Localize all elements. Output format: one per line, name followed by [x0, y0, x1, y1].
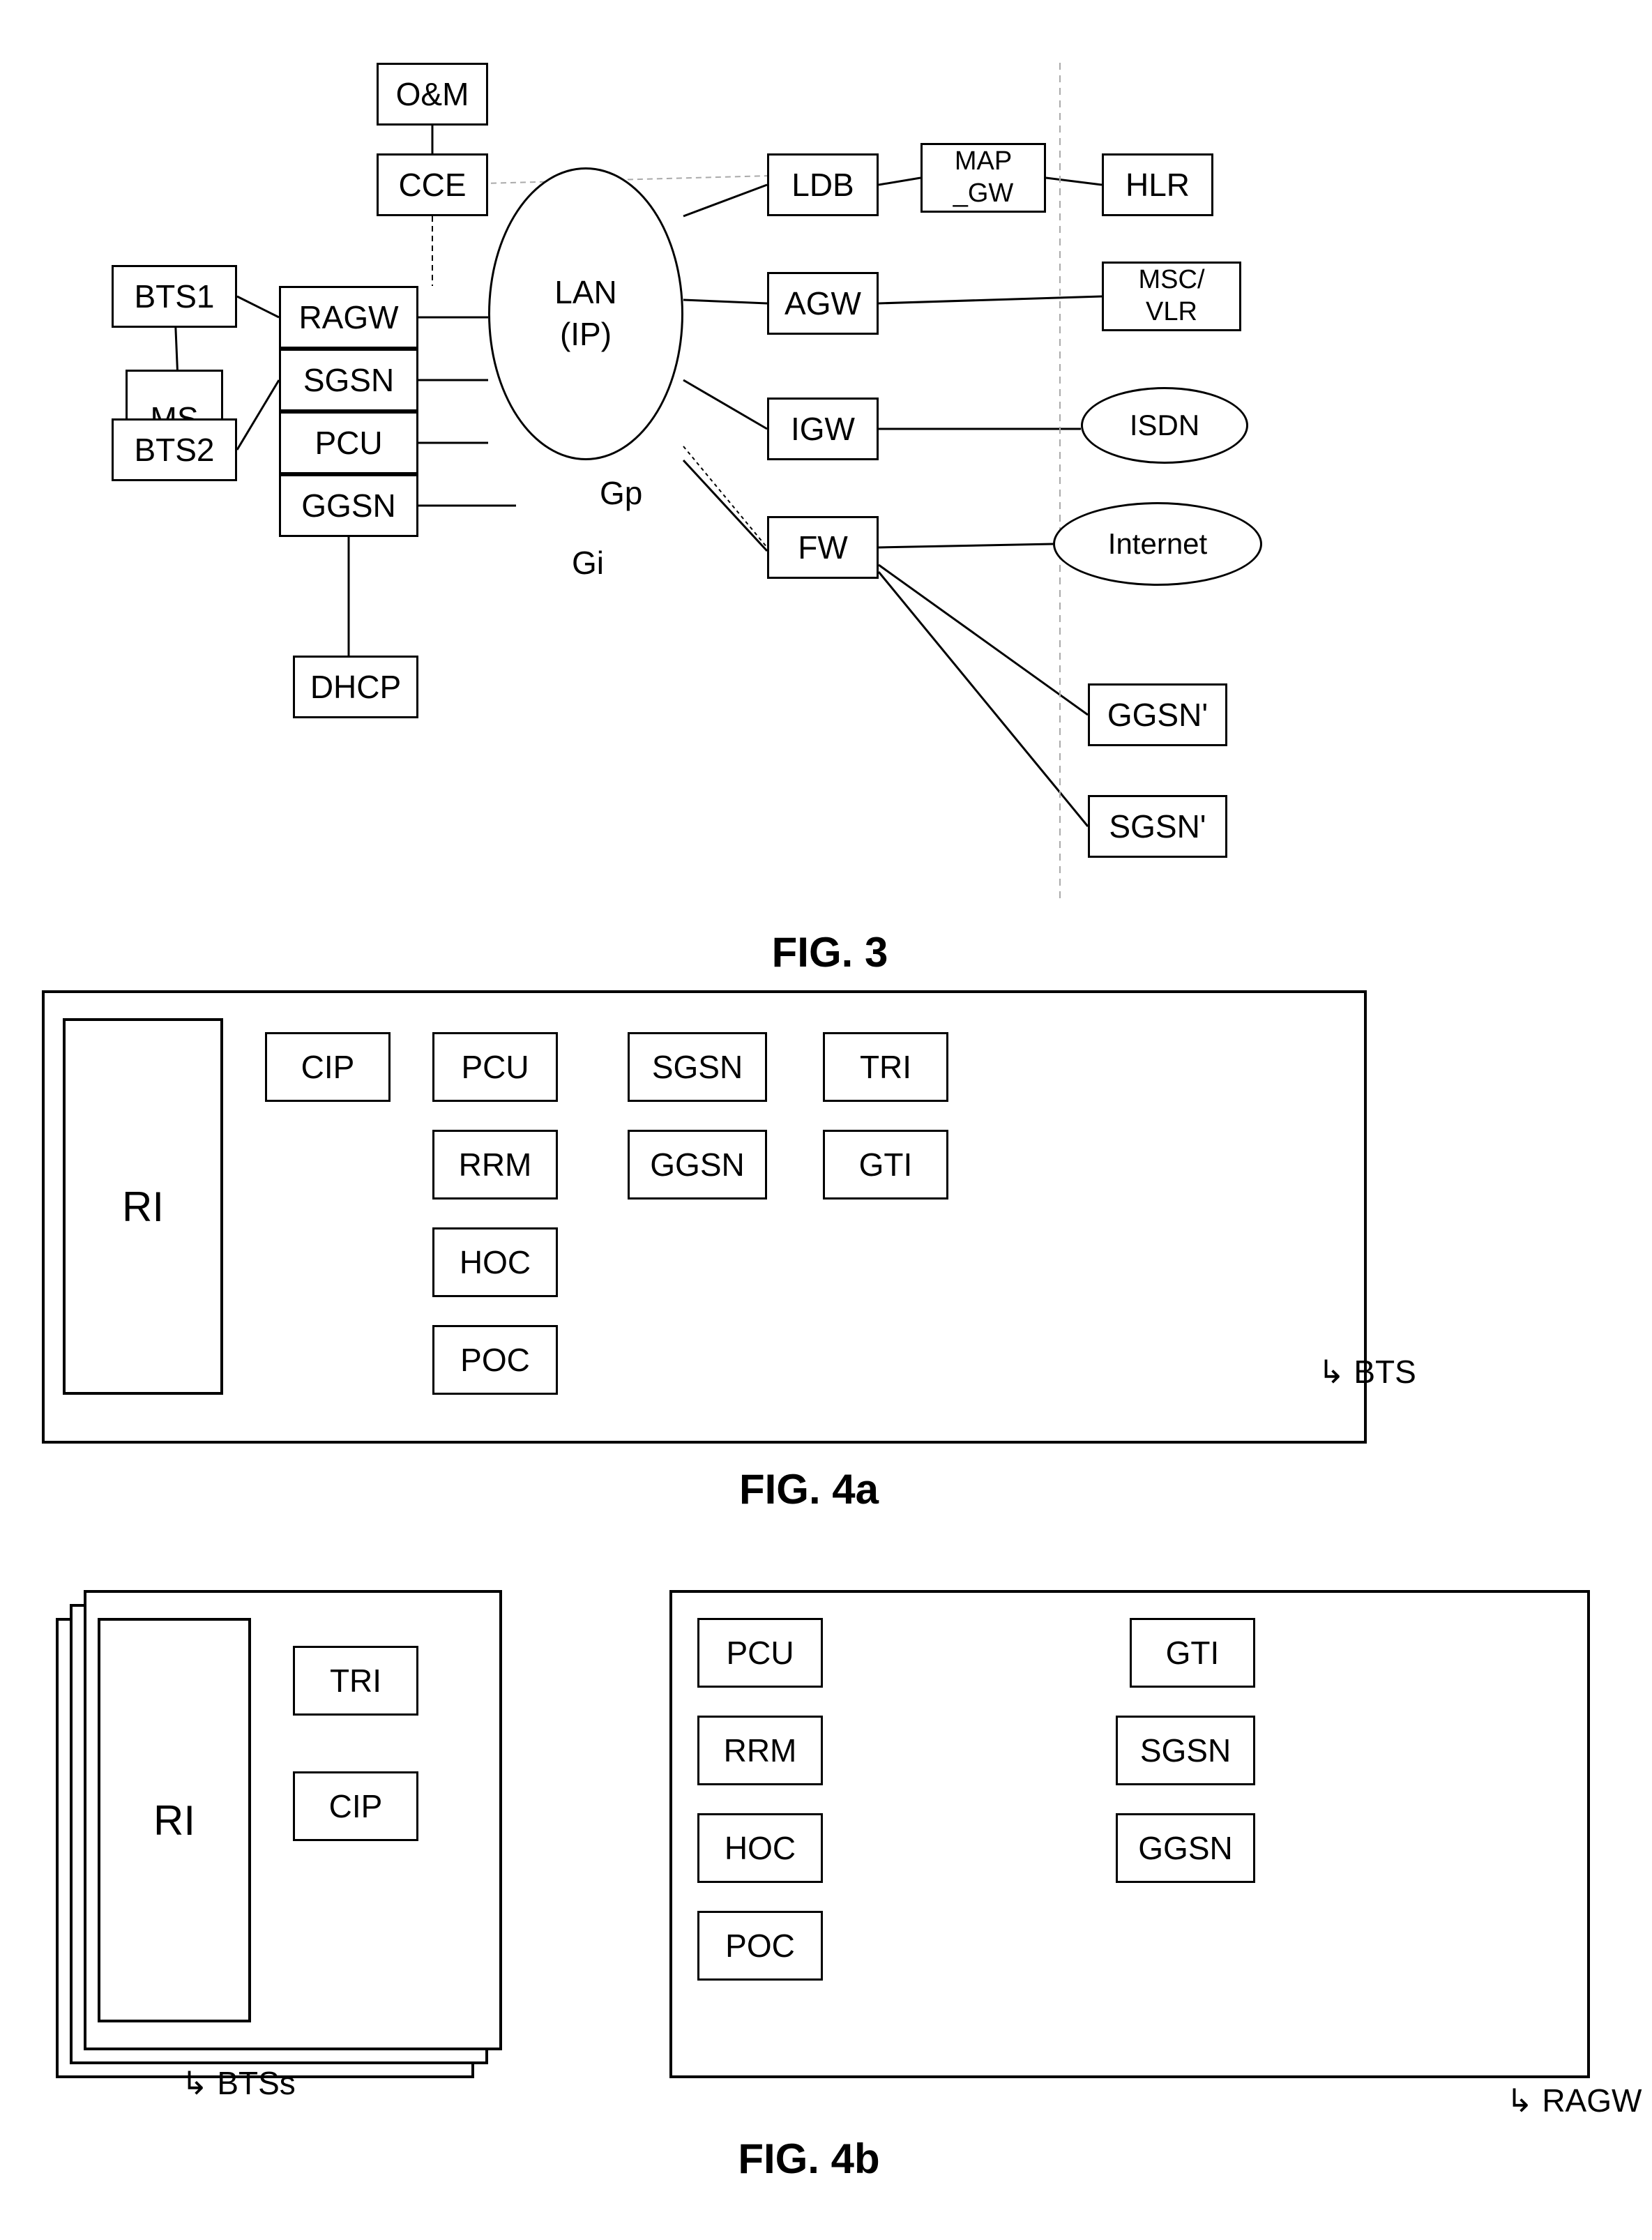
- fig4b-pcu-box: PCU: [697, 1618, 823, 1688]
- fig4a-pcu-box: PCU: [432, 1032, 558, 1102]
- mapgw-label: MAP_GW: [953, 146, 1014, 209]
- fig4a-rrm-label: RRM: [459, 1146, 532, 1183]
- gp-label: Gp: [600, 474, 642, 512]
- fig4b-ri-label: RI: [153, 1796, 195, 1845]
- fig4a-ri-box: RI: [63, 1018, 223, 1395]
- igw-box: IGW: [767, 398, 879, 460]
- ldb-label: LDB: [791, 166, 854, 204]
- fig4a-ri-label: RI: [122, 1183, 164, 1231]
- fig4b-ri-box: RI: [98, 1618, 251, 2022]
- ggsn2-box: GGSN': [1088, 683, 1227, 746]
- ggsn2-label: GGSN': [1107, 696, 1208, 734]
- bts2-label: BTS2: [134, 431, 214, 469]
- ragw-label: RAGW: [298, 298, 398, 336]
- dhcp-label: DHCP: [310, 668, 401, 706]
- fig4b-sgsn-label: SGSN: [1140, 1732, 1231, 1769]
- cce-box: CCE: [377, 153, 488, 216]
- isdn-label: ISDN: [1130, 409, 1199, 442]
- dhcp-box: DHCP: [293, 656, 418, 718]
- fig4b-btss-label: ↳ BTSs: [181, 2064, 296, 2102]
- fig4b-gti-label: GTI: [1166, 1634, 1220, 1672]
- agw-label: AGW: [785, 285, 861, 322]
- om-label: O&M: [396, 75, 469, 113]
- sgsn-label: SGSN: [303, 361, 394, 399]
- fig4b-ragw-label-text: ↳ RAGW: [1506, 2082, 1642, 2119]
- mscvlr-box: MSC/VLR: [1102, 262, 1241, 331]
- fig3: O&M CCE BTS1 MS BTS2 RAGW SGSN PCU: [42, 28, 1618, 990]
- ggsn-box: GGSN: [279, 474, 418, 537]
- fig4a-cip-box: CIP: [265, 1032, 391, 1102]
- page: O&M CCE BTS1 MS BTS2 RAGW SGSN PCU: [0, 0, 1652, 2240]
- fig4a-hoc-label: HOC: [460, 1243, 531, 1281]
- fig4a: ↳ BTS RI CIP PCU SGSN TRI RRM GGSN: [42, 990, 1576, 1520]
- sgsn2-label: SGSN': [1109, 808, 1206, 845]
- ggsn-label: GGSN: [301, 487, 395, 524]
- ldb-box: LDB: [767, 153, 879, 216]
- fig4a-hoc-box: HOC: [432, 1227, 558, 1297]
- bts-label: ↳ BTS: [1318, 1353, 1416, 1391]
- fig4b-poc-box: POC: [697, 1911, 823, 1981]
- fw-label: FW: [798, 529, 848, 566]
- sgsn2-box: SGSN': [1088, 795, 1227, 858]
- fig4a-sgsn-label: SGSN: [652, 1048, 743, 1086]
- fig4a-title: FIG. 4a: [739, 1465, 879, 1513]
- hlr-label: HLR: [1126, 166, 1190, 204]
- fig4b-hoc-box: HOC: [697, 1813, 823, 1883]
- fig4b-tri-label: TRI: [330, 1662, 381, 1700]
- fig4a-gti-box: GTI: [823, 1130, 948, 1200]
- internet-label: Internet: [1108, 527, 1207, 561]
- igw-label: IGW: [791, 410, 855, 448]
- fig4b-ggsn-label: GGSN: [1138, 1829, 1232, 1867]
- mapgw-box: MAP_GW: [920, 143, 1046, 213]
- lan-label: LAN(IP): [554, 272, 616, 356]
- fig4b-poc-label: POC: [725, 1927, 795, 1965]
- bts1-label: BTS1: [134, 278, 214, 315]
- fig4b-pcu-label: PCU: [726, 1634, 794, 1672]
- fig4a-poc-label: POC: [460, 1341, 530, 1379]
- fig4b: RI TRI CIP ↳ BTSs ↳ RAGW PCU GTI RRM: [42, 1576, 1576, 2190]
- fig4a-pcu-label: PCU: [461, 1048, 529, 1086]
- isdn-oval: ISDN: [1081, 387, 1248, 464]
- fig4a-ggsn-box: GGSN: [628, 1130, 767, 1200]
- fig4a-poc-box: POC: [432, 1325, 558, 1395]
- fig4b-rrm-label: RRM: [724, 1732, 797, 1769]
- ragw-box: RAGW: [279, 286, 418, 349]
- bts1-box: BTS1: [112, 265, 237, 328]
- fig4a-cip-label: CIP: [301, 1048, 355, 1086]
- lan-oval: LAN(IP): [488, 167, 683, 460]
- fig4b-ggsn-box: GGSN: [1116, 1813, 1255, 1883]
- fw-box: FW: [767, 516, 879, 579]
- fig4a-gti-label: GTI: [859, 1146, 913, 1183]
- gi-label: Gi: [572, 544, 604, 582]
- cce-label: CCE: [398, 166, 466, 204]
- fig4b-cip-label: CIP: [329, 1787, 383, 1825]
- fig4a-tri-label: TRI: [860, 1048, 911, 1086]
- fig4b-hoc-label: HOC: [725, 1829, 796, 1867]
- fig3-title: FIG. 3: [772, 928, 888, 976]
- fig4b-cip-box: CIP: [293, 1771, 418, 1841]
- hlr-box: HLR: [1102, 153, 1213, 216]
- fig4b-rrm-box: RRM: [697, 1716, 823, 1785]
- pcu-box: PCU: [279, 411, 418, 474]
- fig4b-tri-box: TRI: [293, 1646, 418, 1716]
- agw-box: AGW: [767, 272, 879, 335]
- pcu-label: PCU: [315, 424, 382, 462]
- fig4a-rrm-box: RRM: [432, 1130, 558, 1200]
- fig4b-title: FIG. 4b: [738, 2135, 879, 2183]
- mscvlr-label: MSC/VLR: [1139, 264, 1205, 328]
- sgsn-box: SGSN: [279, 349, 418, 411]
- fig4b-sgsn-box: SGSN: [1116, 1716, 1255, 1785]
- fig4a-ggsn-label: GGSN: [650, 1146, 744, 1183]
- fig4b-gti-box: GTI: [1130, 1618, 1255, 1688]
- fig4a-sgsn-box: SGSN: [628, 1032, 767, 1102]
- fig4a-tri-box: TRI: [823, 1032, 948, 1102]
- bts2-box: BTS2: [112, 418, 237, 481]
- om-box: O&M: [377, 63, 488, 126]
- internet-oval: Internet: [1053, 502, 1262, 586]
